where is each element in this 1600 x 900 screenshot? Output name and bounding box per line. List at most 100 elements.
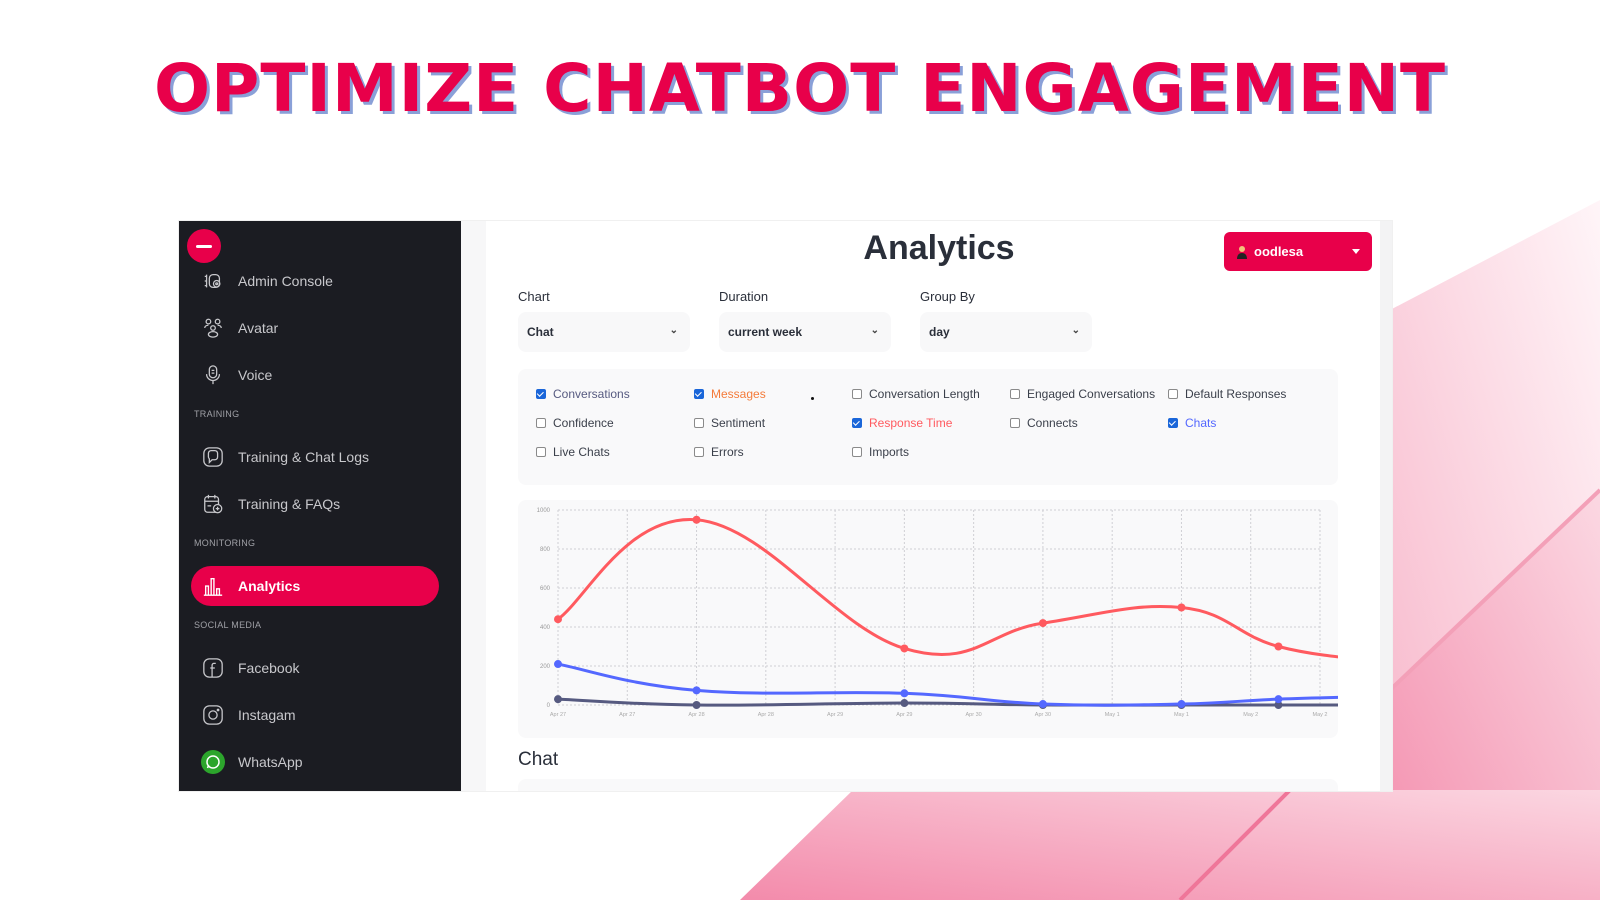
user-menu-button[interactable]: oodlesa: [1224, 232, 1372, 271]
sidebar-item-analytics[interactable]: Analytics: [191, 566, 439, 606]
sidebar-collapse-button[interactable]: [187, 229, 221, 263]
metric-checkbox-response-time[interactable]: Response Time: [852, 416, 952, 430]
checkbox-unchecked[interactable]: [1010, 389, 1020, 399]
sidebar-item-training-faqs[interactable]: Training & FAQs: [191, 484, 439, 524]
metric-checkbox-engaged-conversations[interactable]: Engaged Conversations: [1010, 387, 1155, 401]
metric-label: Conversation Length: [869, 387, 980, 401]
data-point: [1274, 695, 1283, 704]
chart-panel: 0 200 400 600 800 1000 Apr 27 Apr 27 Apr 28 Apr 2…: [518, 500, 1338, 738]
sidebar-item-label: WhatsApp: [238, 754, 303, 770]
facebook-icon: [201, 656, 225, 680]
x-tick-label: Apr 29: [896, 712, 912, 718]
data-point: [692, 515, 701, 524]
user-icon: [1236, 245, 1248, 259]
sidebar-item-whatsapp[interactable]: WhatsApp: [191, 742, 439, 782]
checkbox-checked[interactable]: [852, 418, 862, 428]
data-point: [692, 701, 701, 709]
y-tick-label: 400: [540, 625, 551, 631]
x-tick-label: Apr 28: [688, 712, 704, 718]
scrollbar[interactable]: [1380, 221, 1392, 791]
metric-checkbox-conversation-length[interactable]: Conversation Length: [852, 387, 980, 401]
metric-checkbox-chats[interactable]: Chats: [1168, 416, 1216, 430]
metric-checkbox-conversations[interactable]: Conversations: [536, 387, 630, 401]
metric-label: Connects: [1027, 416, 1078, 430]
sidebar: Admin Console Avatar Voice TRAINING Trai: [179, 221, 461, 791]
sidebar-item-label: Avatar: [238, 320, 279, 336]
metric-checkbox-sentiment[interactable]: Sentiment: [694, 416, 765, 430]
metric-label: Sentiment: [711, 416, 766, 430]
data-point: [554, 660, 562, 669]
section-title: Chat: [518, 749, 559, 770]
checkbox-unchecked[interactable]: [1168, 389, 1178, 399]
microphone-icon: [201, 363, 225, 387]
y-tick-label: 200: [540, 664, 551, 670]
checkbox-unchecked[interactable]: [694, 447, 704, 457]
metric-label: Default Responses: [1185, 387, 1287, 401]
whatsapp-icon: [201, 750, 225, 774]
checkbox-unchecked[interactable]: [1010, 418, 1020, 428]
data-point: [1038, 700, 1047, 709]
metric-label: Errors: [711, 445, 744, 459]
metric-checkbox-messages[interactable]: Messages: [694, 387, 766, 401]
x-tick-label: May 1: [1105, 712, 1120, 718]
x-tick-label: Apr 27: [550, 712, 566, 718]
duration-select[interactable]: current week ⌄: [719, 312, 891, 352]
y-tick-label: 800: [540, 547, 551, 553]
data-point: [692, 686, 701, 695]
group-by-select[interactable]: day ⌄: [920, 312, 1092, 352]
metric-label: Response Time: [869, 416, 953, 430]
chat-table-panel: [518, 779, 1338, 791]
sidebar-item-training-chat-logs[interactable]: Training & Chat Logs: [191, 437, 439, 477]
metric-label: Chats: [1185, 416, 1217, 430]
group-by-select-value: day: [929, 325, 950, 339]
section-label-monitoring: MONITORING: [194, 538, 256, 548]
metric-checkbox-connects[interactable]: Connects: [1010, 416, 1078, 430]
duration-filter-label: Duration: [719, 289, 769, 304]
checkbox-unchecked[interactable]: [852, 389, 862, 399]
metric-checkbox-confidence[interactable]: Confidence: [536, 416, 614, 430]
faq-calendar-icon: [201, 492, 225, 516]
sidebar-item-instagram[interactable]: Instagam: [191, 695, 439, 735]
checkbox-unchecked[interactable]: [536, 447, 546, 457]
checkbox-unchecked[interactable]: [536, 418, 546, 428]
x-tick-label: May 2: [1313, 712, 1328, 718]
checkbox-checked[interactable]: [694, 389, 704, 399]
sidebar-item-label: Analytics: [238, 578, 301, 594]
checkbox-checked[interactable]: [1168, 418, 1178, 428]
data-point: [1274, 642, 1283, 651]
sidebar-item-admin-console[interactable]: Admin Console: [191, 261, 439, 301]
metric-checkbox-default-responses[interactable]: Default Responses: [1168, 387, 1286, 401]
metric-checkbox-imports[interactable]: Imports: [852, 445, 909, 459]
data-point: [900, 699, 909, 708]
sidebar-item-label: Instagam: [238, 707, 296, 723]
metric-checkbox-errors[interactable]: Errors: [694, 445, 744, 459]
sidebar-item-avatar[interactable]: Avatar: [191, 308, 439, 348]
data-point: [1177, 603, 1186, 612]
sidebar-item-label: Admin Console: [238, 273, 333, 289]
data-point: [554, 695, 562, 704]
chart-select-value: Chat: [527, 325, 554, 339]
bar-chart-icon: [201, 574, 225, 598]
chart-select[interactable]: Chat ⌄: [518, 312, 690, 352]
checkbox-unchecked[interactable]: [694, 418, 704, 428]
metric-label: Engaged Conversations: [1027, 387, 1156, 401]
x-tick-label: Apr 30: [1035, 712, 1051, 718]
metrics-checkbox-panel: Conversations Messages Conversation Length…: [518, 369, 1338, 485]
sidebar-item-facebook[interactable]: Facebook: [191, 648, 439, 688]
series-line-response-time: [556, 518, 1338, 659]
data-point: [900, 644, 909, 653]
checkbox-unchecked[interactable]: [852, 447, 862, 457]
sidebar-item-voice[interactable]: Voice: [191, 355, 439, 395]
metric-label: Conversations: [553, 387, 630, 401]
chat-logs-icon: [201, 445, 225, 469]
x-tick-label: May 1: [1174, 712, 1189, 718]
group-by-filter-label: Group By: [920, 289, 975, 304]
metric-checkbox-live-chats[interactable]: Live Chats: [536, 445, 610, 459]
section-label-training: TRAINING: [194, 409, 240, 419]
slide: OPTIMIZE CHATBOT ENGAGEMENT Admin Consol…: [0, 0, 1600, 900]
chevron-down-icon: ⌄: [870, 325, 879, 336]
x-tick-label: Apr 30: [966, 712, 982, 718]
checkbox-checked[interactable]: [536, 389, 546, 399]
metric-label: Live Chats: [553, 445, 610, 459]
y-tick-label: 0: [547, 703, 551, 709]
